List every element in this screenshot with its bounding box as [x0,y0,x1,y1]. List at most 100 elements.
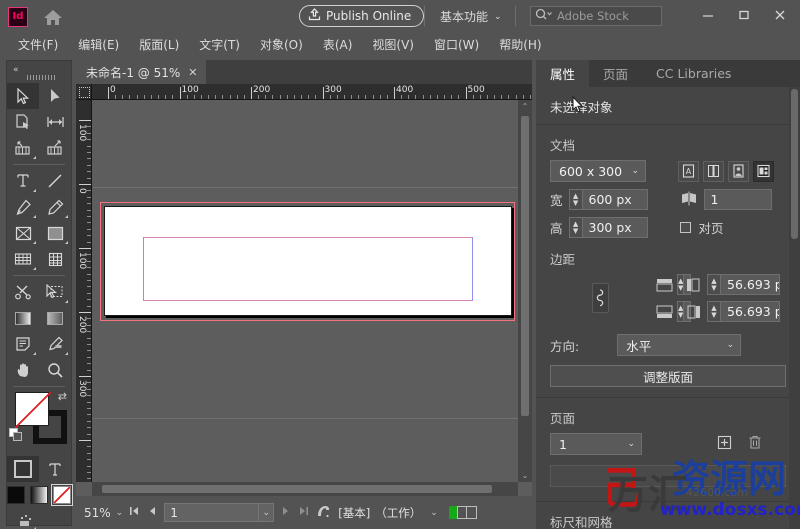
scroll-down-icon[interactable]: ⌄ [518,471,532,480]
apply-none-button[interactable] [51,484,73,506]
default-fill-stroke-icon[interactable] [9,428,23,442]
menu-file[interactable]: 文件(F) [8,33,68,57]
menu-layout[interactable]: 版面(L) [129,33,189,57]
preflight-dropdown-icon[interactable]: ⌄ [430,508,438,518]
document-preset-dropdown[interactable]: 600 x 300 ⌄ [550,160,646,182]
menu-help[interactable]: 帮助(H) [489,33,551,57]
previous-page-icon[interactable] [146,506,159,519]
table-tool[interactable] [39,246,71,272]
close-icon[interactable]: ✕ [188,66,197,79]
vertical-ruler[interactable]: 100 0 100 200 300 [76,100,92,482]
page-number-input[interactable] [165,505,259,520]
zoom-tool[interactable] [39,357,71,383]
width-stepper[interactable]: ▲ ▼ [568,189,582,210]
search-input[interactable]: Adobe Stock [557,9,629,23]
horizontal-ruler[interactable]: 0100200300400500600 [92,84,532,100]
frame-tool[interactable] [7,220,39,246]
gradient-swatch-tool[interactable] [7,305,39,331]
zoom-dropdown-icon[interactable]: ⌄ [116,508,124,518]
first-page-icon[interactable] [128,506,141,519]
selection-tool[interactable] [7,83,39,109]
orientation-dropdown[interactable]: 水平 ⌄ [617,334,742,356]
gap-tool[interactable] [39,109,71,135]
horizontal-scroll-thumb[interactable] [102,485,492,493]
free-transform-tool[interactable] [7,246,39,272]
hand-tool[interactable] [7,357,39,383]
intent-web-icon[interactable] [703,160,724,182]
minimize-button[interactable] [690,0,726,30]
tab-cc-libraries[interactable]: CC Libraries [642,60,745,87]
pencil-tool[interactable] [39,194,71,220]
page-dropdown-icon[interactable]: ⌄ [258,504,273,521]
content-collector-tool[interactable] [7,135,39,161]
formatting-affects-container-button[interactable] [7,456,39,482]
gradient-feather-tool[interactable] [39,305,71,331]
tab-pages[interactable]: 页面 [589,60,642,87]
zoom-level-value[interactable]: 51% [84,506,111,520]
menu-type[interactable]: 文字(T) [189,33,250,57]
content-placer-tool[interactable] [39,135,71,161]
intent-mobile-icon[interactable] [728,160,749,182]
apply-gradient-button[interactable] [30,486,48,504]
home-icon[interactable] [42,6,64,28]
panel-scroll-thumb[interactable] [791,89,798,239]
ruler-origin-point[interactable] [76,84,92,100]
type-tool[interactable] [7,168,39,194]
scissors-tool[interactable] [7,279,39,305]
line-tool[interactable] [39,168,71,194]
panel-drag-grip[interactable] [27,75,55,80]
height-stepper[interactable]: ▲ ▼ [568,217,582,238]
vertical-scroll-thumb[interactable] [521,116,529,416]
menu-view[interactable]: 视图(V) [362,33,424,57]
adjust-layout-button[interactable]: 调整版面 [550,365,786,387]
formatting-affects-text-button[interactable] [39,456,71,482]
note-tool[interactable] [7,331,39,357]
publish-online-button[interactable]: Publish Online [299,5,425,27]
intent-layout-icon[interactable] [753,160,774,182]
vertical-scrollbar[interactable]: ⌃ ⌄ [518,100,532,482]
facing-pages-checkbox[interactable] [679,222,691,233]
margin-right-stepper[interactable]: ▲ ▼ [707,301,720,322]
height-value[interactable]: 300 px [581,217,648,238]
transform-tool[interactable] [39,279,71,305]
width-value[interactable]: 600 px [581,189,648,210]
page-count-value[interactable]: 1 [703,189,772,210]
margin-right-value[interactable]: 56.693 p [720,301,780,322]
pages-dropdown[interactable]: 1 ⌄ [550,433,642,455]
margin-left-value[interactable]: 56.693 p [720,274,780,295]
swap-fill-stroke-icon[interactable]: ⇄ [58,390,67,403]
collapse-panel-icon[interactable]: « [13,65,18,75]
margin-left-stepper[interactable]: ▲ ▼ [707,274,720,295]
horizontal-scrollbar[interactable] [92,482,518,496]
tab-properties[interactable]: 属性 [536,60,590,87]
document-layout-icon[interactable] [456,506,477,519]
scroll-up-icon[interactable]: ⌃ [518,102,532,111]
link-margins-icon[interactable] [591,283,609,313]
workspace-switcher[interactable]: 基本功能 ⌄ [440,8,502,25]
intent-print-icon[interactable]: A [678,160,699,182]
page-number-field[interactable]: ⌄ [164,503,275,522]
panel-scrollbar[interactable] [789,87,800,529]
adobe-stock-search[interactable]: Adobe Stock [530,6,662,26]
menu-window[interactable]: 窗口(W) [424,33,489,57]
apply-color-button[interactable] [7,486,25,504]
page[interactable] [104,206,512,316]
last-page-icon[interactable] [297,506,310,519]
menu-object[interactable]: 对象(O) [250,33,313,57]
next-page-icon[interactable] [279,506,292,519]
delete-page-icon[interactable] [748,435,762,453]
rectangle-tool[interactable] [39,220,71,246]
preflight-profile[interactable]: [基本] [338,505,370,521]
preflight-icon[interactable] [315,505,333,521]
pen-tool[interactable] [7,194,39,220]
canvas[interactable] [93,101,518,482]
menu-table[interactable]: 表(A) [313,33,363,57]
close-button[interactable] [762,0,798,30]
pages-list-field[interactable] [550,465,786,487]
menu-edit[interactable]: 编辑(E) [68,33,129,57]
direct-selection-tool[interactable] [39,83,71,109]
page-tool[interactable] [7,109,39,135]
eyedropper-tool[interactable] [39,331,71,357]
add-page-icon[interactable] [717,435,732,453]
maximize-button[interactable] [726,0,762,30]
